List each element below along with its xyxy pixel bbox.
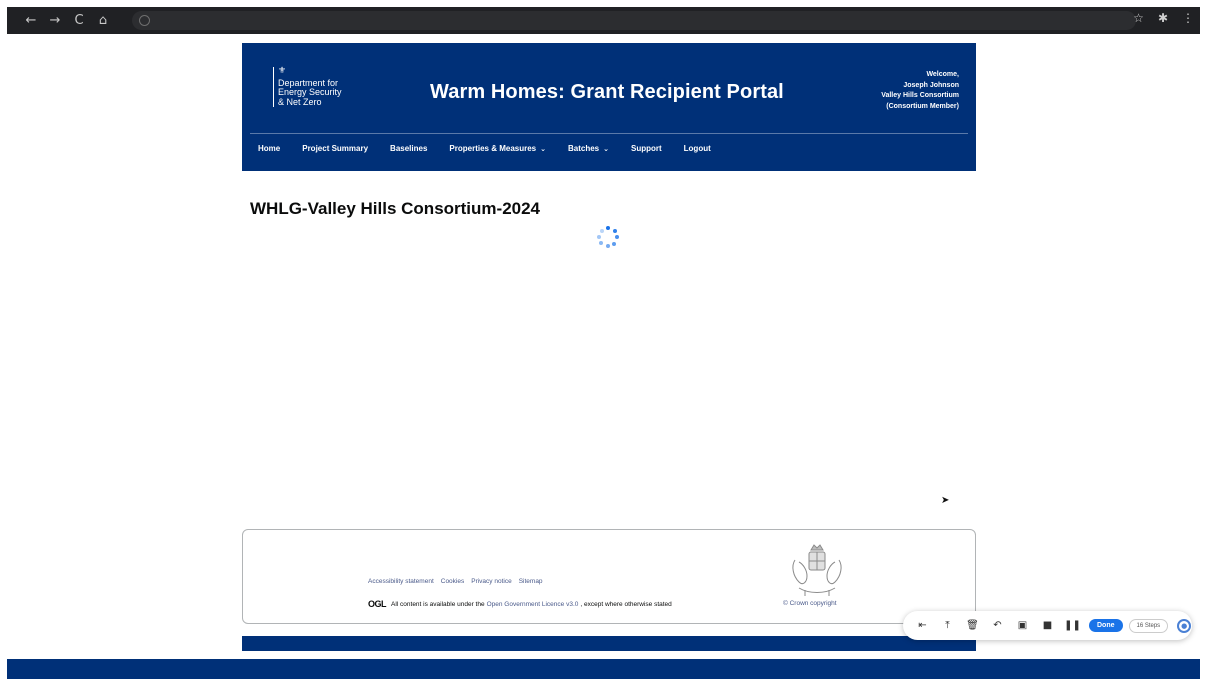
- done-button[interactable]: Done: [1089, 619, 1123, 632]
- stop-icon[interactable]: ■: [1035, 620, 1060, 631]
- crown-copyright[interactable]: © Crown copyright: [783, 600, 837, 607]
- footer-link-privacy[interactable]: Privacy notice: [471, 578, 511, 585]
- footer-link-accessibility[interactable]: Accessibility statement: [368, 578, 434, 585]
- nav-baselines[interactable]: Baselines: [390, 144, 427, 153]
- address-bar[interactable]: [132, 11, 1136, 30]
- dept-name-line: & Net Zero: [278, 96, 322, 107]
- organisation-name: Valley Hills Consortium: [881, 92, 959, 99]
- crest-icon: ⚜: [278, 66, 287, 76]
- bottom-band: [7, 659, 1200, 679]
- portal-header: ⚜ Department for Energy Security & Net Z…: [242, 43, 976, 171]
- loading-spinner-icon: [597, 226, 619, 248]
- footer-band: [242, 636, 976, 651]
- browser-toolbar: ← → C ⌂ ☆ ✱ ⋮: [7, 7, 1200, 34]
- recorder-toolbar: ⇤ ⤒ 🗑 ↶ ▣ ■ ❚❚ Done 16 Steps ●: [903, 611, 1192, 640]
- screen: ← → C ⌂ ☆ ✱ ⋮ ⚜ Department for Energy Se…: [0, 0, 1207, 679]
- home-icon[interactable]: ⌂: [93, 11, 113, 31]
- extensions-puzzle-icon[interactable]: ✱: [1158, 11, 1168, 25]
- welcome-text: Welcome,: [926, 71, 959, 78]
- trash-icon[interactable]: 🗑: [960, 620, 985, 631]
- licence-link[interactable]: Open Government Licence v3.0: [487, 601, 579, 608]
- pause-icon[interactable]: ❚❚: [1060, 620, 1085, 631]
- portal-title: Warm Homes: Grant Recipient Portal: [430, 81, 784, 103]
- nav-properties-measures[interactable]: Properties & Measures ⌄: [449, 144, 546, 153]
- nav-project-summary[interactable]: Project Summary: [302, 144, 368, 153]
- nav-support[interactable]: Support: [631, 144, 662, 153]
- licence-suffix: , except where otherwise stated: [580, 600, 672, 608]
- nav-batches[interactable]: Batches ⌄: [568, 144, 609, 153]
- upload-arrow-icon[interactable]: ⤒: [935, 620, 960, 631]
- user-role: (Consortium Member): [886, 102, 959, 110]
- nav-label: Properties & Measures: [449, 144, 537, 153]
- department-logo[interactable]: ⚜ Department for Energy Security & Net Z…: [273, 66, 342, 107]
- undo-icon[interactable]: ↶: [985, 620, 1010, 631]
- royal-coat-of-arms-icon: [792, 544, 842, 596]
- nav-logout[interactable]: Logout: [684, 144, 711, 153]
- steps-count[interactable]: 16 Steps: [1128, 618, 1169, 633]
- skip-start-icon[interactable]: ⇤: [910, 620, 935, 631]
- mouse-cursor-icon: ➤: [941, 495, 950, 506]
- licence-statement: OGL All content is available under the O…: [368, 599, 672, 609]
- user-name: Joseph Johnson: [903, 81, 959, 89]
- main-nav: Home Project Summary Baselines Propertie…: [258, 144, 733, 153]
- welcome-panel: Welcome, Joseph Johnson Valley Hills Con…: [881, 70, 959, 112]
- footer-links: Accessibility statement Cookies Privacy …: [368, 578, 543, 585]
- footer-link-sitemap[interactable]: Sitemap: [519, 578, 543, 585]
- browser-menu-icon[interactable]: ⋮: [1182, 11, 1194, 25]
- nav-label: Batches: [567, 144, 600, 153]
- browser-actions: ☆ ✱ ⋮: [1133, 11, 1194, 25]
- page-title: WHLG-Valley Hills Consortium-2024: [250, 199, 541, 218]
- chevron-down-icon: ⌄: [540, 144, 546, 153]
- licence-prefix: All content is available under the: [391, 600, 485, 608]
- back-arrow-icon[interactable]: ←: [21, 11, 41, 31]
- forward-arrow-icon[interactable]: →: [45, 11, 65, 31]
- recorder-settings-icon[interactable]: ●: [1177, 618, 1192, 633]
- screenshot-icon[interactable]: ▣: [1010, 620, 1035, 631]
- reload-icon[interactable]: C: [69, 11, 89, 31]
- ogl-logo: OGL: [368, 599, 387, 609]
- footer-link-cookies[interactable]: Cookies: [441, 578, 464, 585]
- site-info-icon[interactable]: [139, 15, 150, 26]
- nav-home[interactable]: Home: [258, 144, 280, 153]
- site-footer: Accessibility statement Cookies Privacy …: [242, 529, 976, 624]
- header-divider: [250, 133, 968, 134]
- bookmark-star-icon[interactable]: ☆: [1133, 11, 1144, 25]
- chevron-down-icon: ⌄: [603, 144, 609, 153]
